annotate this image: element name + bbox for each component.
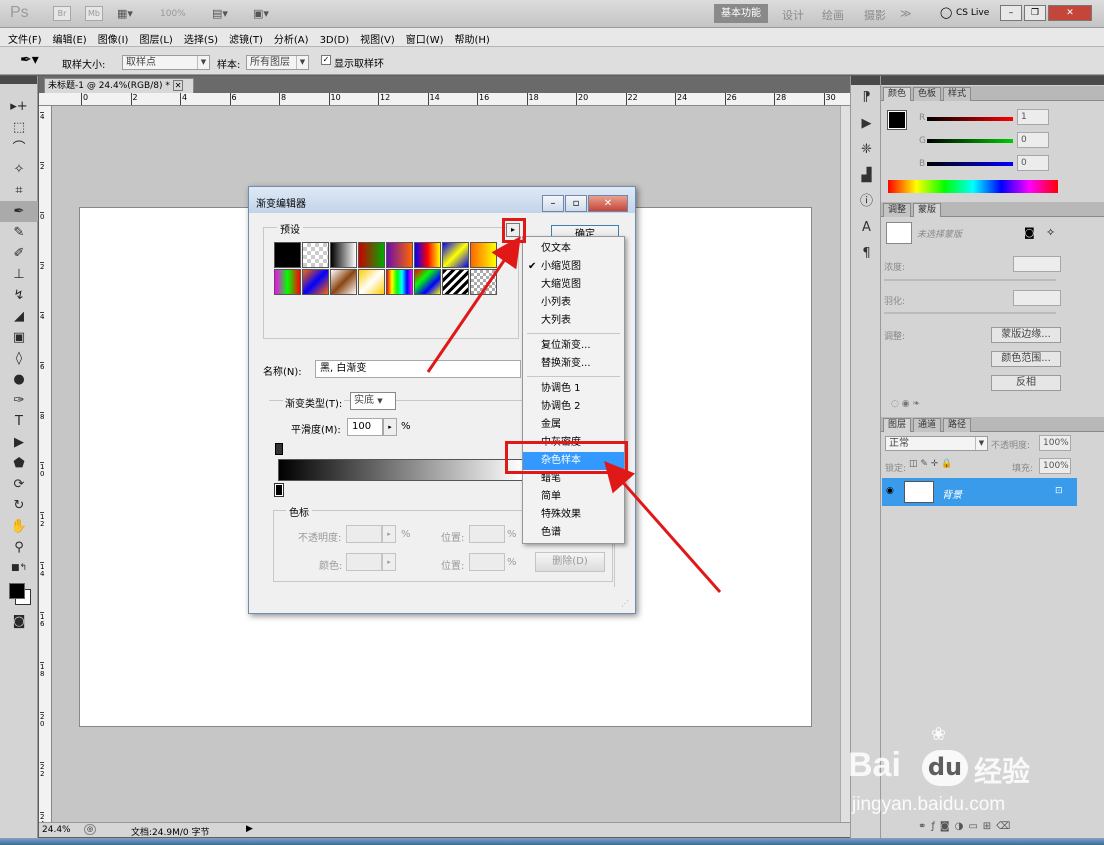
watermark-url: jingyan.baidu.com	[852, 794, 1006, 815]
baidu-watermark: Bai du ❀ 经验 jingyan.baidu.com	[848, 718, 1104, 828]
watermark-brand-bai: Bai	[848, 746, 901, 784]
watermark-brand-jingyan: 经验	[974, 755, 1031, 788]
arrow-to-noise-samples	[604, 461, 722, 593]
watermark-brand-du: du	[922, 750, 968, 786]
arrow-to-menu-button	[426, 236, 521, 373]
paw-icon: ❀	[931, 724, 947, 745]
